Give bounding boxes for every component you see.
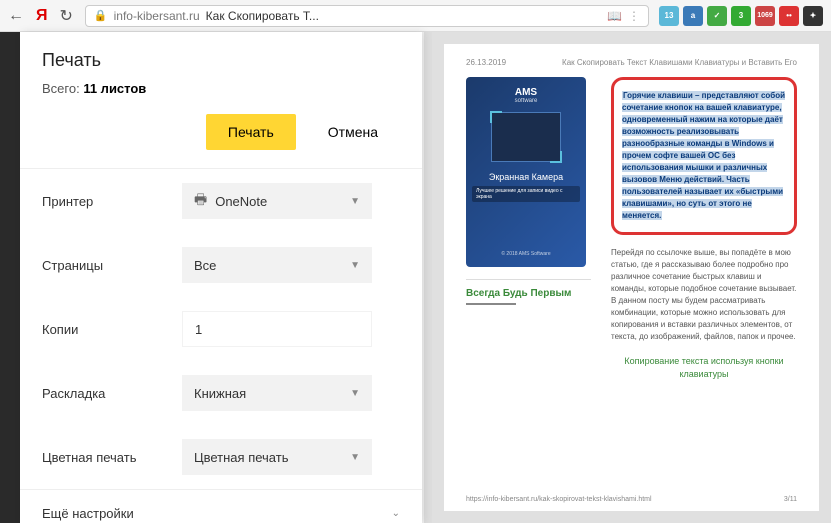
section-heading-link: Копирование текста используя кнопки клав… [611,355,797,380]
ext-icon-6[interactable]: •• [779,6,799,26]
reader-mode-icon[interactable]: 📖 [607,9,622,23]
reload-button[interactable]: ↻ [60,6,73,26]
preview-footer-url: https://info-kibersant.ru/kak-skopirovat… [466,496,652,503]
ext-icon-2[interactable]: a [683,6,703,26]
layout-label: Раскладка [42,386,182,401]
addr-more-icon[interactable]: ⋮ [628,9,640,23]
sidebar-heading: Всегда Будь Первым [466,279,591,299]
ext-icon-7[interactable]: ✦ [803,6,823,26]
product-box-image: AMS software Экранная Камера Лучшее реше… [466,77,586,267]
pages-label: Страницы [42,258,182,273]
panel-scrollbar[interactable] [424,32,432,523]
yandex-logo[interactable]: Я [36,7,48,25]
back-button[interactable]: ← [8,7,24,25]
print-total-sheets: Всего: 11 листов [42,81,400,96]
chevron-down-icon: ▼ [350,260,360,271]
chevron-down-icon: ▼ [350,388,360,399]
color-select[interactable]: Цветная печать ▼ [182,439,372,475]
extensions-tray: 13 a ✓ 3 1069 •• ✦ [659,6,823,26]
copies-input[interactable]: 1 [182,311,372,347]
copies-label: Копии [42,322,182,337]
browser-toolbar: ← Я ↻ 🔒 info-kibersant.ru Как Скопироват… [0,0,831,32]
highlighted-callout: Горячие клавиши – представляют собой соч… [611,77,797,235]
url-domain: info-kibersant.ru [114,9,200,23]
preview-page: 26.13.2019 Как Скопировать Текст Клавиша… [444,44,819,511]
layout-select[interactable]: Книжная ▼ [182,375,372,411]
print-settings: Принтер 🖶 OneNote ▼ Страницы Все ▼ Копии… [20,169,422,523]
chevron-down-icon: ▼ [350,452,360,463]
ext-icon-4[interactable]: 3 [731,6,751,26]
print-preview: 26.13.2019 Как Скопировать Текст Клавиша… [432,32,831,523]
print-button[interactable]: Печать [206,114,296,150]
pages-select[interactable]: Все ▼ [182,247,372,283]
lock-icon: 🔒 [94,9,108,22]
address-bar[interactable]: 🔒 info-kibersant.ru Как Скопировать Т...… [85,5,649,27]
ext-icon-5[interactable]: 1069 [755,6,775,26]
left-gutter [0,32,20,523]
page-title-tab: Как Скопировать Т... [206,9,319,23]
ext-icon-1[interactable]: 13 [659,6,679,26]
more-settings-toggle[interactable]: Ещё настройки ⌄ [20,489,422,523]
preview-header-title: Как Скопировать Текст Клавишами Клавиату… [562,58,797,67]
preview-date: 26.13.2019 [466,58,506,67]
ext-icon-3[interactable]: ✓ [707,6,727,26]
preview-page-number: 3/11 [784,496,797,503]
chevron-down-icon: ▼ [350,196,360,207]
print-dialog-title: Печать [42,50,400,71]
printer-select[interactable]: 🖶 OneNote ▼ [182,183,372,219]
color-label: Цветная печать [42,450,182,465]
chevron-down-icon: ⌄ [392,508,400,519]
cancel-button[interactable]: Отмена [306,114,400,150]
preview-paragraph: Перейдя по ссылочке выше, вы попадёте в … [611,247,797,343]
printer-icon: 🖶 [194,189,207,213]
printer-label: Принтер [42,194,182,209]
print-dialog: Печать Всего: 11 листов Печать Отмена Пр… [20,32,422,523]
